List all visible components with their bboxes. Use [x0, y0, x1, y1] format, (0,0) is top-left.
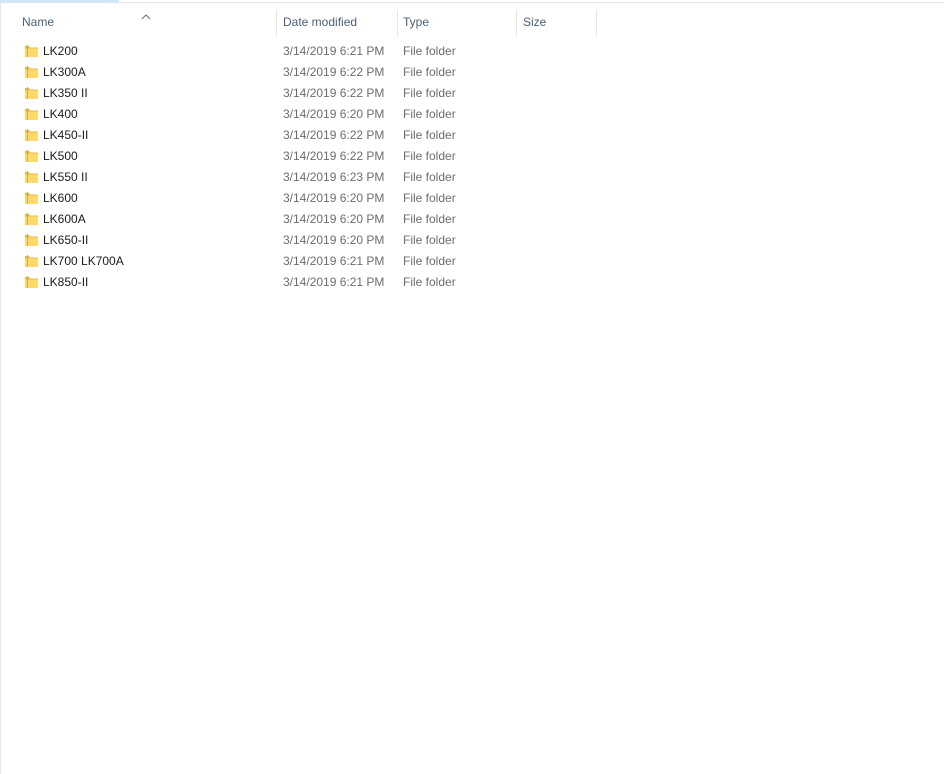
column-header-date-modified[interactable]: Date modified — [277, 10, 397, 36]
column-divider[interactable] — [596, 10, 597, 36]
item-date-modified: 3/14/2019 6:21 PM — [283, 275, 385, 289]
list-item[interactable]: LK850-II 3/14/2019 6:21 PM File folder — [1, 272, 601, 293]
item-name[interactable]: LK400 — [43, 104, 78, 125]
folder-icon — [25, 276, 38, 288]
item-type: File folder — [403, 212, 456, 226]
item-name[interactable]: LK850-II — [43, 272, 88, 293]
folder-icon — [25, 108, 38, 120]
folder-icon — [25, 66, 38, 78]
file-list-pane: Name Date modified Type Size LK200 3/14/2… — [0, 0, 944, 774]
item-date-modified: 3/14/2019 6:20 PM — [283, 212, 385, 226]
item-date-modified: 3/14/2019 6:21 PM — [283, 254, 385, 268]
folder-icon — [25, 171, 38, 183]
item-type: File folder — [403, 254, 456, 268]
item-date-modified: 3/14/2019 6:22 PM — [283, 128, 385, 142]
folder-icon — [25, 150, 38, 162]
list-item[interactable]: LK300A 3/14/2019 6:22 PM File folder — [1, 62, 601, 83]
item-type: File folder — [403, 191, 456, 205]
item-type: File folder — [403, 149, 456, 163]
list-item[interactable]: LK600A 3/14/2019 6:20 PM File folder — [1, 209, 601, 230]
list-item[interactable]: LK700 LK700A 3/14/2019 6:21 PM File folder — [1, 251, 601, 272]
folder-icon — [25, 192, 38, 204]
item-type: File folder — [403, 86, 456, 100]
list-item[interactable]: LK600 3/14/2019 6:20 PM File folder — [1, 188, 601, 209]
item-name[interactable]: LK300A — [43, 62, 86, 83]
item-date-modified: 3/14/2019 6:20 PM — [283, 107, 385, 121]
item-type: File folder — [403, 44, 456, 58]
folder-icon — [25, 45, 38, 57]
column-header-size[interactable]: Size — [517, 10, 596, 36]
top-border — [1, 2, 944, 3]
item-date-modified: 3/14/2019 6:22 PM — [283, 86, 385, 100]
column-header-type[interactable]: Type — [397, 10, 516, 36]
item-name[interactable]: LK200 — [43, 41, 78, 62]
item-name[interactable]: LK650-II — [43, 230, 88, 251]
column-header-name[interactable]: Name — [16, 10, 276, 36]
item-date-modified: 3/14/2019 6:23 PM — [283, 170, 385, 184]
list-item[interactable]: LK400 3/14/2019 6:20 PM File folder — [1, 104, 601, 125]
list-item[interactable]: LK350 II 3/14/2019 6:22 PM File folder — [1, 83, 601, 104]
list-item[interactable]: LK550 II 3/14/2019 6:23 PM File folder — [1, 167, 601, 188]
item-name[interactable]: LK450-II — [43, 125, 88, 146]
item-date-modified: 3/14/2019 6:20 PM — [283, 191, 385, 205]
item-type: File folder — [403, 65, 456, 79]
item-type: File folder — [403, 170, 456, 184]
list-item[interactable]: LK450-II 3/14/2019 6:22 PM File folder — [1, 125, 601, 146]
item-type: File folder — [403, 107, 456, 121]
item-type: File folder — [403, 128, 456, 142]
file-list: LK200 3/14/2019 6:21 PM File folder LK300A 3… — [1, 41, 601, 293]
item-type: File folder — [403, 275, 456, 289]
item-name[interactable]: LK550 II — [43, 167, 88, 188]
item-name[interactable]: LK600 — [43, 188, 78, 209]
item-name[interactable]: LK350 II — [43, 83, 88, 104]
item-date-modified: 3/14/2019 6:22 PM — [283, 149, 385, 163]
folder-icon — [25, 234, 38, 246]
item-name[interactable]: LK600A — [43, 209, 86, 230]
folder-icon — [25, 255, 38, 267]
folder-icon — [25, 87, 38, 99]
item-type: File folder — [403, 233, 456, 247]
column-header-row: Name Date modified Type Size — [1, 10, 601, 36]
item-date-modified: 3/14/2019 6:20 PM — [283, 233, 385, 247]
item-name[interactable]: LK500 — [43, 146, 78, 167]
item-date-modified: 3/14/2019 6:22 PM — [283, 65, 385, 79]
folder-icon — [25, 213, 38, 225]
folder-icon — [25, 129, 38, 141]
list-item[interactable]: LK200 3/14/2019 6:21 PM File folder — [1, 41, 601, 62]
list-item[interactable]: LK650-II 3/14/2019 6:20 PM File folder — [1, 230, 601, 251]
list-item[interactable]: LK500 3/14/2019 6:22 PM File folder — [1, 146, 601, 167]
item-date-modified: 3/14/2019 6:21 PM — [283, 44, 385, 58]
item-name[interactable]: LK700 LK700A — [43, 251, 124, 272]
